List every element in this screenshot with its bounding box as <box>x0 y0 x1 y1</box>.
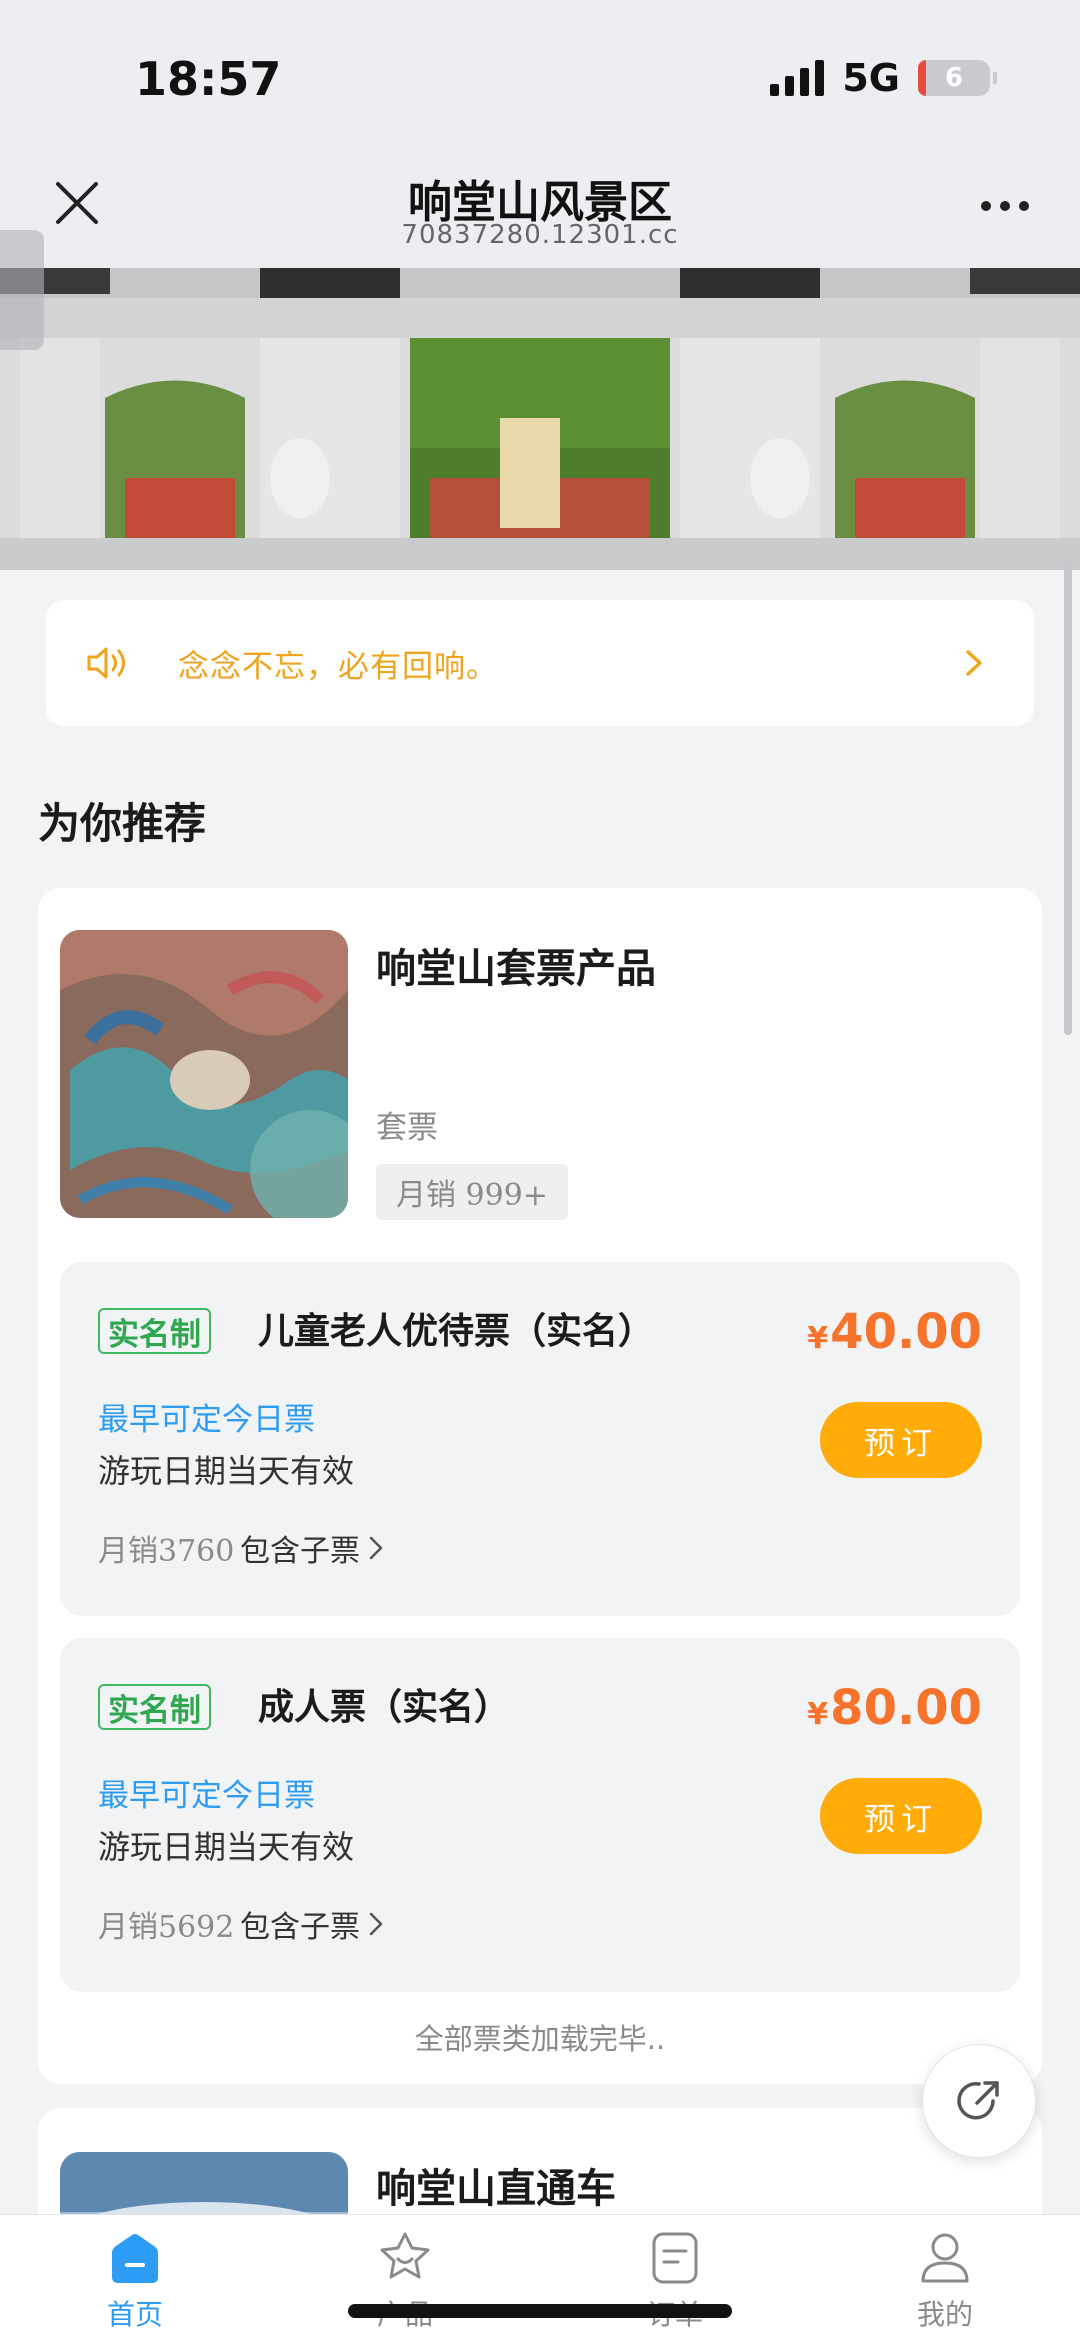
more-dot-icon <box>1000 201 1010 211</box>
real-name-badge: 实名制 <box>98 1684 211 1730</box>
home-indicator <box>348 2304 732 2318</box>
tab-home[interactable]: 首页 <box>0 2215 270 2341</box>
page-url: 70837280.12301.cc <box>401 220 679 250</box>
earliest-booking: 最早可定今日票 <box>98 1402 315 1438</box>
scrollbar[interactable] <box>1064 560 1072 1035</box>
earliest-booking: 最早可定今日票 <box>98 1778 315 1814</box>
price-value: 40.00 <box>830 1304 982 1360</box>
price-value: 80.00 <box>830 1680 982 1736</box>
banner-image[interactable] <box>0 268 1080 570</box>
validity-text: 游玩日期当天有效 <box>98 1452 355 1490</box>
status-time: 18:57 <box>135 52 282 106</box>
monthly-sales-tag: 月销 999+ <box>376 1164 568 1220</box>
product-name[interactable]: 响堂山直通车 <box>376 2156 616 2214</box>
validity-text: 游玩日期当天有效 <box>98 1828 355 1866</box>
currency-symbol: ¥ <box>807 1321 829 1356</box>
real-name-badge: 实名制 <box>98 1308 211 1354</box>
signal-icon <box>770 60 825 96</box>
status-indicators: 5G 6 <box>770 56 997 100</box>
ticket-item[interactable]: 实名制 儿童老人优待票（实名） ¥40.00 最早可定今日票 游玩日期当天有效 … <box>60 1262 1020 1616</box>
book-button[interactable]: 预订 <box>820 1402 982 1478</box>
tab-bar: 首页 产品 订单 我的 <box>0 2214 1080 2341</box>
status-bar: 18:57 5G 6 <box>0 0 1080 150</box>
notice-bar[interactable]: 念念不忘，必有回响。 <box>46 600 1034 726</box>
chevron-right-icon <box>369 1912 383 1936</box>
tab-product[interactable]: 产品 <box>270 2215 540 2341</box>
tab-order[interactable]: 订单 <box>540 2215 810 2341</box>
sub-tickets-label: 包含子票 <box>240 1910 360 1945</box>
network-type: 5G <box>842 56 900 100</box>
product-image[interactable] <box>60 930 348 1218</box>
sub-tickets-label: 包含子票 <box>240 1534 360 1569</box>
order-icon <box>646 2229 704 2287</box>
ticket-sales: 月销3760 <box>98 1534 235 1569</box>
more-dot-icon <box>981 201 991 211</box>
more-dot-icon <box>1019 201 1029 211</box>
tab-profile[interactable]: 我的 <box>810 2215 1080 2341</box>
chevron-right-icon <box>964 643 994 683</box>
load-complete-text: 全部票类加载完毕.. <box>414 2022 666 2056</box>
battery-icon: 6 <box>918 60 997 96</box>
product-card[interactable]: 响堂山套票产品 套票 月销 999+ 实名制 儿童老人优待票（实名） ¥40.0… <box>38 888 1042 2084</box>
side-drawer-handle[interactable] <box>0 230 44 350</box>
product-icon <box>376 2229 434 2287</box>
tab-label: 我的 <box>916 2298 973 2331</box>
ticket-name[interactable]: 儿童老人优待票（实名） <box>258 1302 654 1354</box>
ticket-price: ¥80.00 <box>807 1680 982 1736</box>
book-button[interactable]: 预订 <box>820 1778 982 1854</box>
banner-illustration <box>0 268 1080 570</box>
section-title: 为你推荐 <box>38 799 207 848</box>
notice-text: 念念不忘，必有回响。 <box>178 648 498 685</box>
share-icon <box>957 2081 999 2120</box>
ticket-sales: 月销5692 <box>98 1910 235 1945</box>
chevron-right-icon <box>369 1536 383 1560</box>
sub-tickets-link[interactable]: 包含子票 <box>240 1526 384 1570</box>
product-name[interactable]: 响堂山套票产品 <box>376 936 656 994</box>
battery-level: 6 <box>944 63 964 93</box>
profile-icon <box>916 2229 974 2287</box>
product-type: 套票 <box>376 1110 438 1146</box>
currency-symbol: ¥ <box>807 1697 829 1732</box>
home-icon <box>106 2229 164 2287</box>
product-thumbnail <box>60 930 348 1218</box>
ticket-name[interactable]: 成人票（实名） <box>258 1678 510 1730</box>
ticket-item[interactable]: 实名制 成人票（实名） ¥80.00 最早可定今日票 游玩日期当天有效 预订 月… <box>60 1638 1020 1992</box>
sub-tickets-link[interactable]: 包含子票 <box>240 1902 384 1946</box>
more-button[interactable] <box>970 186 1040 226</box>
share-button[interactable] <box>922 2044 1036 2158</box>
tab-label: 首页 <box>106 2298 163 2331</box>
ticket-price: ¥40.00 <box>807 1304 982 1360</box>
speaker-icon <box>86 639 134 687</box>
